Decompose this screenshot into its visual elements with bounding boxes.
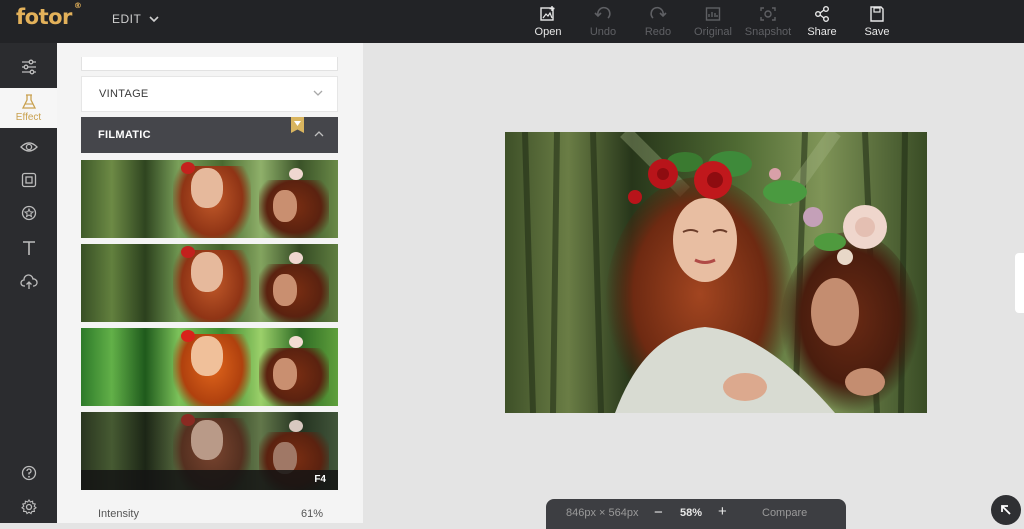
save-label: Save bbox=[864, 26, 890, 38]
collapse-button[interactable] bbox=[991, 495, 1021, 525]
snapshot-label: Snapshot bbox=[744, 26, 792, 38]
undo-button[interactable]: Undo bbox=[577, 5, 629, 38]
filter-thumbnail-f1[interactable] bbox=[81, 160, 338, 238]
thumbnail-flower bbox=[181, 162, 195, 174]
logo-registered-mark: ® bbox=[73, 1, 82, 10]
arrow-up-left-icon bbox=[1001, 505, 1011, 515]
edit-menu[interactable]: EDIT bbox=[112, 12, 159, 26]
thumbnail-flower bbox=[181, 414, 195, 426]
thumbnail-flower bbox=[289, 420, 303, 432]
rail-item-beauty[interactable] bbox=[0, 129, 57, 165]
zoom-bar: 846px × 564px − 58% + Compare bbox=[546, 499, 846, 529]
snapshot-icon bbox=[760, 7, 776, 21]
category-vintage[interactable]: VINTAGE bbox=[81, 76, 338, 112]
rail-item-text[interactable] bbox=[0, 230, 57, 266]
undo-label: Undo bbox=[589, 26, 617, 38]
save-button[interactable]: Save bbox=[851, 5, 903, 38]
thumbnail-flower bbox=[289, 168, 303, 180]
rail-item-frames[interactable] bbox=[0, 162, 57, 198]
fotor-logo[interactable]: fotor ® bbox=[16, 1, 82, 29]
thumbnail-face bbox=[273, 274, 297, 306]
original-label: Original bbox=[694, 26, 732, 38]
redo-button[interactable]: Redo bbox=[632, 5, 684, 38]
flask-icon bbox=[21, 93, 36, 109]
effect-label: Effect bbox=[15, 111, 42, 123]
tool-rail: Effect bbox=[0, 43, 57, 523]
logo-text: fotor bbox=[16, 5, 72, 29]
frame-icon bbox=[21, 172, 36, 188]
filter-thumbnail-f4[interactable]: F4 bbox=[81, 412, 338, 490]
settings-icon bbox=[20, 499, 37, 515]
snapshot-button[interactable]: Snapshot bbox=[742, 5, 794, 38]
category-filmatic-label: FILMATIC bbox=[98, 129, 151, 141]
intensity-value: 61% bbox=[300, 508, 323, 520]
compare-button[interactable]: Compare bbox=[762, 507, 807, 519]
filter-name-bar: F4 bbox=[81, 470, 338, 490]
undo-icon bbox=[594, 6, 611, 19]
intensity-row: Intensity 61% bbox=[98, 508, 323, 520]
thumbnail-flower bbox=[289, 252, 303, 264]
edited-photo[interactable] bbox=[505, 132, 927, 413]
chevron-down-icon bbox=[313, 90, 323, 96]
thumbnail-flower bbox=[289, 336, 303, 348]
thumbnail-face bbox=[191, 168, 223, 208]
chevron-up-icon bbox=[314, 131, 324, 137]
redo-label: Redo bbox=[644, 26, 672, 38]
premium-diamond-icon bbox=[291, 117, 304, 133]
rail-item-effect[interactable]: Effect bbox=[0, 88, 57, 128]
open-label: Open bbox=[534, 26, 562, 38]
redo-icon bbox=[650, 6, 667, 19]
zoom-in-button[interactable]: + bbox=[718, 503, 727, 520]
filter-thumbnail-f3[interactable] bbox=[81, 328, 338, 406]
share-icon bbox=[815, 6, 829, 22]
sticker-icon bbox=[21, 205, 36, 221]
rail-item-upload[interactable] bbox=[0, 264, 57, 300]
share-button[interactable]: Share bbox=[796, 5, 848, 38]
save-icon bbox=[870, 6, 884, 22]
thumbnail-face bbox=[191, 336, 223, 376]
adjust-sliders-icon bbox=[21, 59, 36, 75]
zoom-out-button[interactable]: − bbox=[654, 504, 663, 521]
top-bar: fotor ® EDIT Open Undo Redo Original Snap… bbox=[0, 0, 1024, 43]
photo-image bbox=[505, 132, 927, 413]
thumbnail-face bbox=[273, 358, 297, 390]
side-panel-toggle[interactable] bbox=[1015, 253, 1024, 313]
effects-panel: VINTAGE FILMATIC F4 Intensity 61% bbox=[57, 43, 363, 523]
help-icon bbox=[21, 465, 36, 481]
filter-thumbnail-f2[interactable] bbox=[81, 244, 338, 322]
rail-item-help[interactable] bbox=[0, 455, 57, 491]
filter-name-label: F4 bbox=[314, 474, 326, 485]
collapsed-category-stub[interactable] bbox=[81, 57, 338, 71]
image-dimensions: 846px × 564px bbox=[566, 507, 639, 519]
rail-item-settings[interactable] bbox=[0, 489, 57, 525]
chevron-down-icon bbox=[149, 15, 159, 22]
open-image-icon bbox=[540, 6, 555, 21]
category-filmatic[interactable]: FILMATIC bbox=[81, 117, 338, 153]
original-icon bbox=[705, 7, 721, 21]
rail-item-adjust[interactable] bbox=[0, 49, 57, 85]
intensity-label: Intensity bbox=[98, 508, 139, 520]
open-button[interactable]: Open bbox=[522, 5, 574, 38]
thumbnail-face bbox=[191, 420, 223, 460]
rail-item-stickers[interactable] bbox=[0, 195, 57, 231]
thumbnail-flower bbox=[181, 330, 195, 342]
editor-canvas: 846px × 564px − 58% + Compare bbox=[363, 43, 1024, 529]
edit-menu-label: EDIT bbox=[112, 12, 142, 26]
category-vintage-label: VINTAGE bbox=[99, 88, 149, 100]
eye-icon bbox=[19, 142, 38, 152]
zoom-level: 58% bbox=[680, 507, 703, 519]
thumbnail-flower bbox=[181, 246, 195, 258]
share-label: Share bbox=[807, 26, 837, 38]
text-icon bbox=[22, 241, 35, 255]
thumbnail-face bbox=[191, 252, 223, 292]
thumbnail-face bbox=[273, 190, 297, 222]
cloud-upload-icon bbox=[19, 274, 38, 289]
original-button[interactable]: Original bbox=[687, 5, 739, 38]
